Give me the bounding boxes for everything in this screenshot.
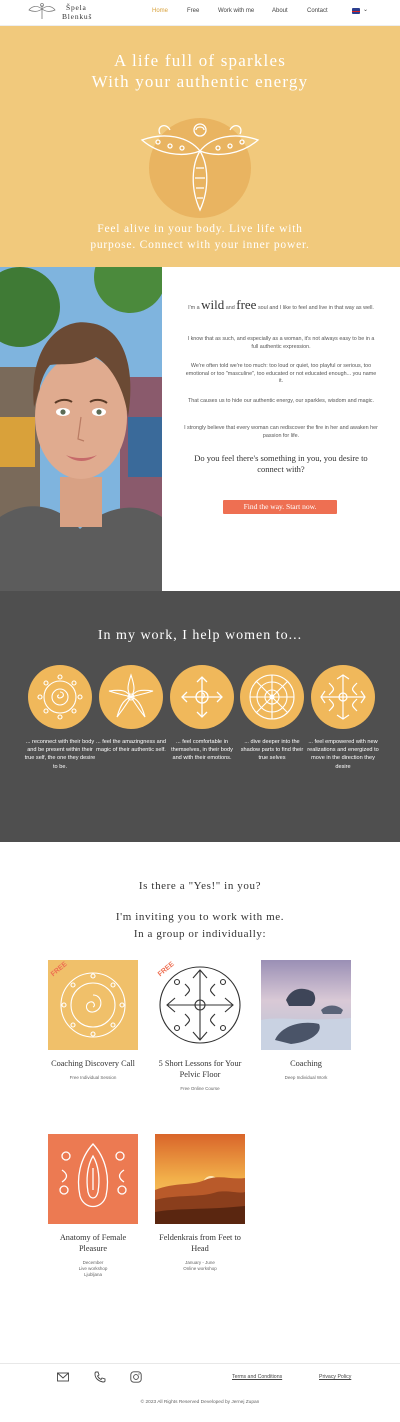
offer-title[interactable]: Feldenkrais from Feet to Head — [155, 1232, 245, 1254]
offer-title[interactable]: Anatomy of Female Pleasure — [48, 1232, 138, 1254]
phone-icon[interactable] — [94, 1371, 106, 1383]
nav-work-with-me[interactable]: Work with me — [218, 8, 254, 14]
help-item-2: ... feel the amazingness and magic of th… — [96, 739, 166, 754]
help-item-5: ... feel empowered with new realizations… — [307, 739, 379, 770]
offer-card-coaching[interactable]: Coaching Deep Individual Work — [261, 960, 351, 1081]
offer-image[interactable] — [48, 1134, 138, 1224]
arrow-cross-symbol-icon — [170, 665, 234, 729]
invite-line-1: I'm inviting you to work with me. — [115, 911, 285, 923]
offer-subtitle: Free Individual Session — [69, 1075, 117, 1080]
rune-cross-symbol-icon — [311, 665, 375, 729]
about-intro-post: soul and I like to feel and live in that… — [257, 305, 374, 311]
offer-card-discovery-call[interactable]: FREE Coaching Discovery Call Free Indivi… — [48, 960, 138, 1081]
about-paragraph-4: I strongly believe that every woman can … — [184, 425, 378, 439]
instagram-icon[interactable] — [130, 1371, 142, 1383]
hero-subtitle-line1: Feel alive in your body. Live life with — [97, 223, 303, 235]
sun-spiral-symbol-icon — [28, 665, 92, 729]
nav-contact[interactable]: Contact — [307, 8, 328, 14]
offer-image[interactable]: FREE — [155, 960, 245, 1050]
invite-question: Is there a "Yes!" in you? — [138, 880, 262, 892]
offer-subtitle: January - June Online workshop — [155, 1260, 245, 1272]
offer-card-anatomy[interactable]: Anatomy of Female Pleasure December Live… — [48, 1134, 138, 1278]
offer-subtitle: Free Online Course — [180, 1086, 220, 1091]
copyright-text: © 2023 All Rights Reserved Developed by … — [140, 1400, 260, 1405]
logo-text[interactable]: Špela Blenkuš — [62, 3, 92, 21]
about-free: free — [236, 297, 257, 312]
language-flag-icon[interactable] — [352, 8, 360, 14]
about-question: Do you feel there's something in you, yo… — [194, 453, 368, 474]
hero-title-line2: With your authentic energy — [91, 72, 309, 91]
offer-image[interactable]: FREE — [48, 960, 138, 1050]
sparkle-emblem-icon — [140, 118, 260, 218]
help-item-3: ... feel comfortable in themselves, in t… — [171, 739, 233, 762]
hero-section: A life full of sparkles With your authen… — [0, 26, 400, 267]
offer-subtitle: December Live workshop Ljubljana — [48, 1260, 138, 1278]
offer-subtitle: Deep Individual Work — [284, 1075, 328, 1080]
terms-link[interactable]: Terms and Conditions — [232, 1374, 282, 1380]
hero-subtitle-line2: purpose. Connect with your inner power. — [90, 239, 310, 251]
privacy-link[interactable]: Privacy Policy — [319, 1374, 351, 1380]
offer-format: Online workshop — [183, 1266, 217, 1271]
offer-location: Ljubljana — [83, 1272, 102, 1277]
chevron-down-icon[interactable]: ⌄ — [363, 6, 368, 13]
hero-title: A life full of sparkles With your authen… — [0, 50, 400, 92]
nav-about[interactable]: About — [272, 8, 288, 14]
mandala-symbol-icon — [240, 665, 304, 729]
offer-image[interactable] — [155, 1134, 245, 1224]
about-paragraph-1: I know that as such, and especially as a… — [187, 336, 375, 350]
about-intro-pre: I'm a — [188, 305, 200, 311]
about-section: I'm a wild and free soul and I like to f… — [162, 267, 400, 591]
logo-icon[interactable] — [28, 1, 56, 23]
offer-title[interactable]: Coaching — [261, 1058, 351, 1069]
about-and: and — [225, 305, 235, 311]
portrait-photo — [0, 267, 162, 591]
offer-card-feldenkrais[interactable]: Feldenkrais from Feet to Head January - … — [155, 1134, 245, 1272]
about-wild: wild — [201, 297, 225, 312]
logo-line2: Blenkuš — [62, 12, 93, 21]
nav-free[interactable]: Free — [187, 8, 199, 14]
footer-divider — [0, 1363, 400, 1364]
about-paragraph-3: That causes us to hide our authentic ene… — [188, 398, 374, 404]
help-section: In my work, I help women to... ... recon… — [0, 591, 400, 842]
help-title: In my work, I help women to... — [97, 628, 303, 643]
top-nav: Špela Blenkuš Home Free Work with me Abo… — [0, 0, 400, 26]
invite-line-2: In a group or individually: — [133, 928, 267, 940]
about-intro: I'm a wild and free soul and I like to f… — [184, 298, 378, 313]
star-flower-symbol-icon — [99, 665, 163, 729]
about-paragraph-2: We're often told we're too much: too lou… — [185, 363, 377, 385]
offer-title[interactable]: 5 Short Lessons for Your Pelvic Floor — [155, 1058, 245, 1080]
offer-card-pelvic-floor[interactable]: FREE 5 Short Lessons for Your Pelvic Flo… — [155, 960, 245, 1092]
help-item-1: ... reconnect with their body and be pre… — [24, 739, 96, 770]
offer-image[interactable] — [261, 960, 351, 1050]
help-item-4: ... dive deeper into the shadow parts to… — [240, 739, 304, 762]
start-now-button[interactable]: Find the way. Start now. — [223, 500, 337, 514]
logo-line1: Špela — [66, 3, 87, 12]
offer-title[interactable]: Coaching Discovery Call — [48, 1058, 138, 1069]
hero-subtitle: Feel alive in your body. Live life with … — [0, 221, 400, 253]
nav-home[interactable]: Home — [152, 8, 168, 14]
hero-title-line1: A life full of sparkles — [113, 51, 287, 70]
mail-icon[interactable] — [57, 1371, 69, 1383]
